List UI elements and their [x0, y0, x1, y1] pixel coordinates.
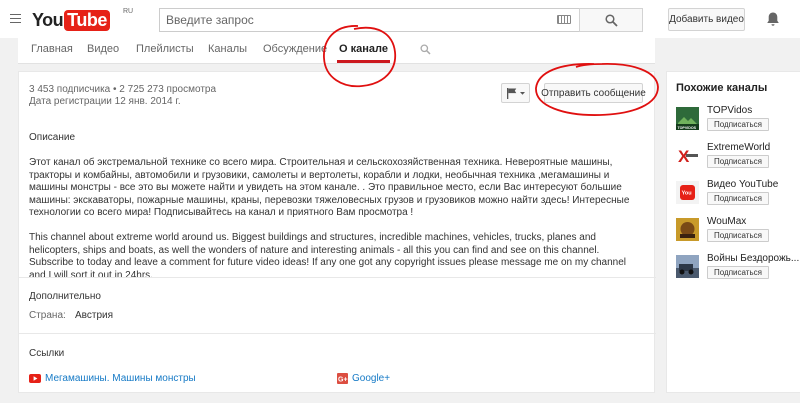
description-en: This channel about extreme world around … — [29, 232, 627, 281]
tab-about[interactable]: О канале — [337, 43, 390, 63]
masthead: YouTube RU Добавить видео — [0, 0, 800, 38]
related-channel-item: WouMax Подписаться — [676, 216, 800, 242]
link-google-plus-label: Google+ — [352, 373, 391, 384]
search-icon — [605, 14, 618, 27]
links-heading: Ссылки — [29, 348, 65, 359]
tab-videos[interactable]: Видео — [87, 43, 119, 55]
additional-heading: Дополнительно — [29, 291, 101, 302]
channel-avatar[interactable]: TOPVIDOS — [676, 107, 699, 130]
subscribe-button[interactable]: Подписаться — [707, 118, 769, 131]
youtube-logo[interactable]: You Tube RU — [32, 8, 133, 31]
avatar-text: TOPVIDOS — [678, 126, 697, 130]
related-channel-item: X ExtremeWorld Подписаться — [676, 142, 800, 168]
tab-playlists[interactable]: Плейлисты — [136, 43, 194, 55]
keyboard-icon[interactable] — [557, 15, 571, 24]
tab-channels[interactable]: Каналы — [208, 43, 247, 55]
tab-home[interactable]: Главная — [31, 43, 73, 55]
related-channel-item: Войны Бездорожь... Подписаться — [676, 253, 800, 279]
notifications-bell-icon[interactable] — [766, 11, 780, 27]
flag-icon — [507, 88, 525, 99]
related-channel-item: TOPVIDOS TOPVidos Подписаться — [676, 105, 800, 131]
guide-menu-icon[interactable] — [10, 14, 21, 23]
link-channel[interactable]: Мегамашины. Машины монстры — [29, 373, 196, 384]
related-channel-name[interactable]: TOPVidos — [707, 105, 752, 116]
related-channel-name[interactable]: Видео YouTube — [707, 179, 778, 190]
channel-avatar[interactable]: X — [676, 144, 699, 167]
country-label: Страна: — [29, 310, 66, 321]
channel-tabs: Главная Видео Плейлисты Каналы Обсуждени… — [18, 38, 655, 64]
joined-date: Дата регистрации 12 янв. 2014 г. — [29, 96, 181, 107]
divider — [19, 333, 656, 334]
svg-text:G+: G+ — [338, 376, 348, 383]
channel-stats: 3 453 подписчика • 2 725 273 просмотра Д… — [29, 84, 216, 108]
related-channel-item: You Видео YouTube Подписаться — [676, 179, 800, 205]
channel-avatar[interactable]: You — [676, 181, 699, 204]
channel-avatar[interactable] — [676, 255, 699, 278]
country-value: Австрия — [75, 310, 114, 321]
tab-discussion[interactable]: Обсуждение — [263, 43, 327, 55]
logo-tube-text: Tube — [64, 9, 110, 31]
search-button[interactable] — [579, 8, 643, 32]
subscriber-view-count: 3 453 подписчика • 2 725 273 просмотра — [29, 84, 217, 95]
flag-button[interactable] — [501, 83, 530, 103]
related-channel-name[interactable]: ExtremeWorld — [707, 142, 770, 153]
related-channels-title: Похожие каналы — [676, 82, 768, 94]
link-channel-label: Мегамашины. Машины монстры — [45, 373, 196, 384]
youtube-icon — [29, 374, 41, 383]
channel-avatar[interactable] — [676, 218, 699, 241]
search-box — [159, 8, 579, 32]
send-message-button[interactable]: Отправить сообщение — [541, 83, 646, 103]
divider — [19, 277, 656, 278]
subscribe-button[interactable]: Подписаться — [707, 192, 769, 205]
subscribe-button[interactable]: Подписаться — [707, 229, 769, 242]
search-input[interactable] — [160, 9, 540, 31]
add-video-button[interactable]: Добавить видео — [668, 8, 745, 31]
google-plus-icon: G+ — [337, 373, 348, 384]
subscribe-button[interactable]: Подписаться — [707, 155, 769, 168]
link-google-plus[interactable]: G+ Google+ — [337, 373, 390, 384]
channel-search-icon[interactable] — [420, 44, 431, 55]
logo-you-text: You — [32, 9, 64, 30]
description-heading: Описание — [29, 132, 76, 143]
related-channel-name[interactable]: WouMax — [707, 216, 746, 227]
about-panel: 3 453 подписчика • 2 725 273 просмотра Д… — [18, 71, 656, 393]
related-channel-name[interactable]: Войны Бездорожь... — [707, 253, 799, 264]
description-ru: Этот канал об экстремальной технике со в… — [29, 157, 630, 218]
subscribe-button[interactable]: Подписаться — [707, 266, 769, 279]
related-channels-panel: Похожие каналы TOPVIDOS TOPVidos Подписа… — [666, 71, 800, 393]
avatar-text: You — [682, 191, 692, 197]
logo-region: RU — [123, 8, 134, 15]
